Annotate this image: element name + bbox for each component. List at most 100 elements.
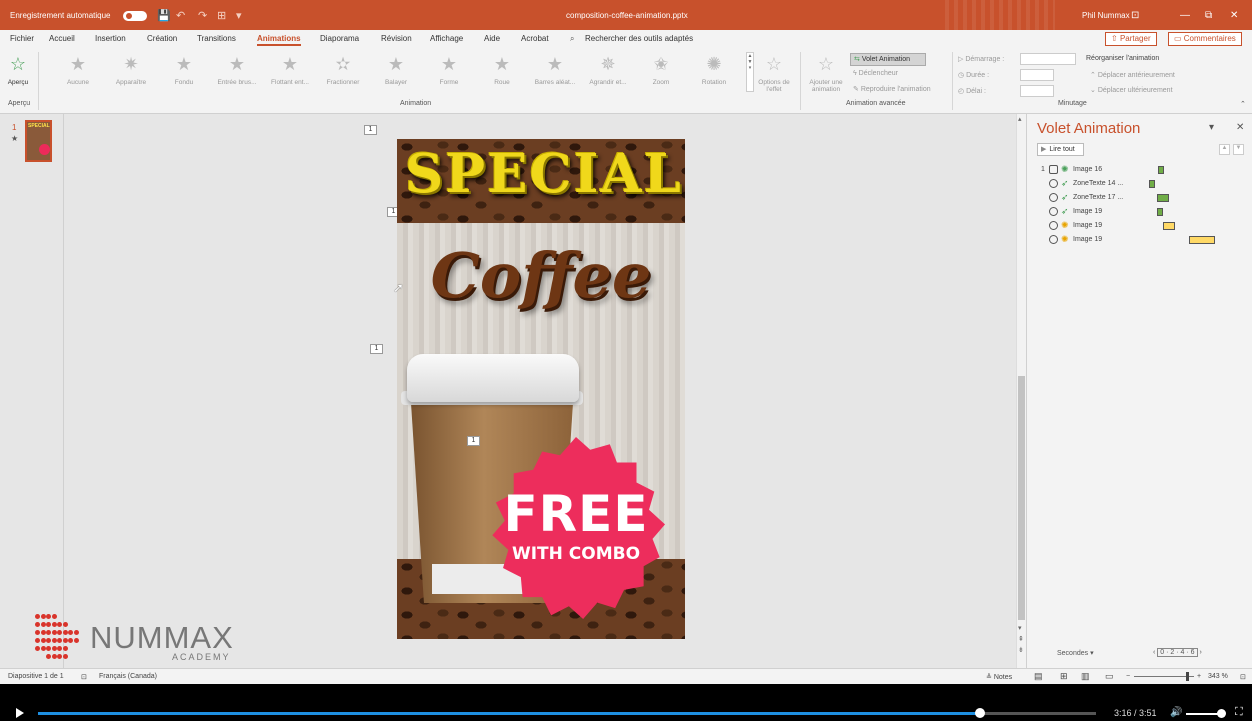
autosave-toggle[interactable]: [123, 11, 147, 21]
animation-marker[interactable]: 1: [364, 125, 377, 135]
reading-view-icon[interactable]: ▥: [1081, 671, 1090, 682]
effect-fractionner[interactable]: ✫ Fractionner: [317, 52, 369, 98]
tab-insertion[interactable]: Insertion: [95, 34, 126, 43]
maximize-button[interactable]: ⧉: [1205, 10, 1212, 21]
present-icon[interactable]: ⊞: [217, 9, 226, 22]
fit-slide-icon[interactable]: ⊡: [1240, 673, 1246, 681]
timing-bar[interactable]: [1163, 222, 1175, 230]
animation-row[interactable]: ✺ Image 19: [1041, 234, 1251, 247]
slide-thumbnail[interactable]: SPECIAL: [25, 120, 52, 162]
zoom-level[interactable]: 343 %: [1208, 673, 1228, 680]
qat-more-icon[interactable]: ▾: [236, 9, 242, 22]
zoom-out-icon[interactable]: −: [1126, 673, 1130, 680]
redo-icon[interactable]: ↷: [198, 9, 207, 22]
animation-row[interactable]: 1 ✺ Image 16: [1041, 164, 1251, 177]
zoom-in-icon[interactable]: +: [1197, 673, 1201, 680]
seconds-dropdown[interactable]: Secondes ▾: [1057, 649, 1094, 657]
tab-accueil[interactable]: Accueil: [49, 34, 75, 43]
effect-balayer[interactable]: ★ Balayer: [370, 52, 422, 98]
animation-marker[interactable]: 1: [370, 344, 383, 354]
slide[interactable]: SPECIAL Coffee FREE WITH COMBO: [397, 139, 685, 639]
tab-revision[interactable]: Révision: [381, 34, 412, 43]
effect-options-button[interactable]: ☆ Options de l'effet: [752, 52, 796, 98]
animation-marker[interactable]: 1: [467, 436, 480, 446]
video-progress-bar[interactable]: [38, 708, 1096, 718]
prev-slide-icon[interactable]: ⇞: [1018, 635, 1024, 643]
effect-roue[interactable]: ★ Roue: [476, 52, 528, 98]
timing-bar[interactable]: [1157, 194, 1169, 202]
coffee-cup-lid[interactable]: [407, 354, 579, 402]
animation-row[interactable]: ➶ ZoneTexte 17 ...: [1041, 192, 1251, 205]
pane-close-icon[interactable]: ✕: [1236, 122, 1244, 133]
search-icon[interactable]: ⌕: [570, 34, 574, 44]
canvas-scrollbar[interactable]: ▴ ▾ ⇞ ⇟: [1016, 114, 1026, 668]
scroll-up-icon[interactable]: ▴: [1018, 115, 1022, 123]
coffee-title[interactable]: Coffee: [397, 239, 685, 312]
effect-forme[interactable]: ★ Forme: [423, 52, 475, 98]
tab-aide[interactable]: Aide: [484, 34, 500, 43]
minimize-button[interactable]: —: [1180, 10, 1190, 21]
combo-text[interactable]: WITH COMBO: [487, 544, 665, 564]
close-button[interactable]: ✕: [1230, 10, 1238, 21]
effect-zoom[interactable]: ✬ Zoom: [635, 52, 687, 98]
fullscreen-icon[interactable]: ⛶: [1235, 706, 1243, 719]
move-earlier-button[interactable]: ⌃ Déplacer antérieurement: [1090, 71, 1175, 79]
pane-options-icon[interactable]: ▾: [1209, 122, 1214, 133]
tab-fichier[interactable]: Fichier: [10, 34, 34, 43]
volume-knob[interactable]: [1217, 709, 1226, 718]
volet-animation-button[interactable]: ⇆ Volet Animation: [850, 53, 926, 66]
delai-input[interactable]: [1020, 85, 1054, 97]
search-box[interactable]: Rechercher des outils adaptés: [585, 34, 693, 43]
user-name[interactable]: Phil Nummax: [1082, 11, 1130, 20]
slideshow-view-icon[interactable]: ▭: [1105, 671, 1114, 682]
animation-row[interactable]: ➶ Image 19: [1041, 206, 1251, 219]
collapse-ribbon-icon[interactable]: ⌃: [1240, 100, 1246, 108]
effect-apparaitre[interactable]: ✷ Apparaître: [105, 52, 157, 98]
comments-button[interactable]: ▭ Commentaires: [1168, 32, 1242, 46]
effect-rotation[interactable]: ✺ Rotation: [688, 52, 740, 98]
move-down-button[interactable]: ▼: [1233, 144, 1244, 155]
next-slide-icon[interactable]: ⇟: [1018, 646, 1024, 654]
special-title[interactable]: SPECIAL: [405, 143, 681, 205]
normal-view-icon[interactable]: ▤: [1034, 671, 1043, 682]
move-up-button[interactable]: ▲: [1219, 144, 1230, 155]
zoom-slider-knob[interactable]: [1186, 672, 1189, 681]
language[interactable]: Français (Canada): [99, 673, 157, 680]
save-icon[interactable]: 💾: [157, 9, 171, 22]
timing-bar[interactable]: [1149, 180, 1155, 188]
tab-diaporama[interactable]: Diaporama: [320, 34, 359, 43]
share-button[interactable]: ⇧ Partager: [1105, 32, 1157, 46]
effect-agrandir[interactable]: ✵ Agrandir et...: [582, 52, 634, 98]
declencheur-button[interactable]: ϟ Déclencheur: [853, 70, 898, 77]
tab-acrobat[interactable]: Acrobat: [521, 34, 549, 43]
ribbon-display-icon[interactable]: ⊡: [1131, 10, 1139, 21]
reproduire-button[interactable]: ✎ Reproduire l'animation: [853, 85, 931, 93]
accessibility-icon[interactable]: ⊡: [81, 673, 87, 681]
add-animation-button[interactable]: ☆ Ajouter une animation: [804, 52, 848, 98]
zoom-slider[interactable]: [1134, 676, 1194, 677]
effect-barres[interactable]: ★ Barres aléat...: [529, 52, 581, 98]
sorter-view-icon[interactable]: ⊞: [1060, 671, 1068, 682]
effect-fondu[interactable]: ★ Fondu: [158, 52, 210, 98]
scroll-thumb[interactable]: [1018, 376, 1025, 620]
tab-animations[interactable]: Animations: [257, 34, 301, 46]
play-all-button[interactable]: ▶ Lire tout: [1037, 143, 1084, 156]
play-icon[interactable]: [16, 708, 24, 718]
video-progress-knob[interactable]: [974, 708, 985, 718]
duree-input[interactable]: [1020, 69, 1054, 81]
demarrage-select[interactable]: [1020, 53, 1076, 65]
tab-transitions[interactable]: Transitions: [197, 34, 236, 43]
timing-bar[interactable]: [1157, 208, 1163, 216]
effect-flottant[interactable]: ★ Flottant ent...: [264, 52, 316, 98]
timing-bar[interactable]: [1189, 236, 1215, 244]
animation-row[interactable]: ✺ Image 19: [1041, 220, 1251, 233]
notes-button[interactable]: ≜ Notes: [986, 673, 1012, 681]
free-text[interactable]: FREE: [487, 485, 665, 543]
effect-aucune[interactable]: ★ Aucune: [52, 52, 104, 98]
tab-creation[interactable]: Création: [147, 34, 177, 43]
apercu-button[interactable]: ☆ Aperçu: [0, 52, 36, 98]
undo-icon[interactable]: ↶: [176, 9, 185, 22]
timeline-scale[interactable]: ‹ 0 · 2 · 4 · 6 ›: [1153, 648, 1202, 657]
tab-affichage[interactable]: Affichage: [430, 34, 463, 43]
animation-row[interactable]: ➶ ZoneTexte 14 ...: [1041, 178, 1251, 191]
